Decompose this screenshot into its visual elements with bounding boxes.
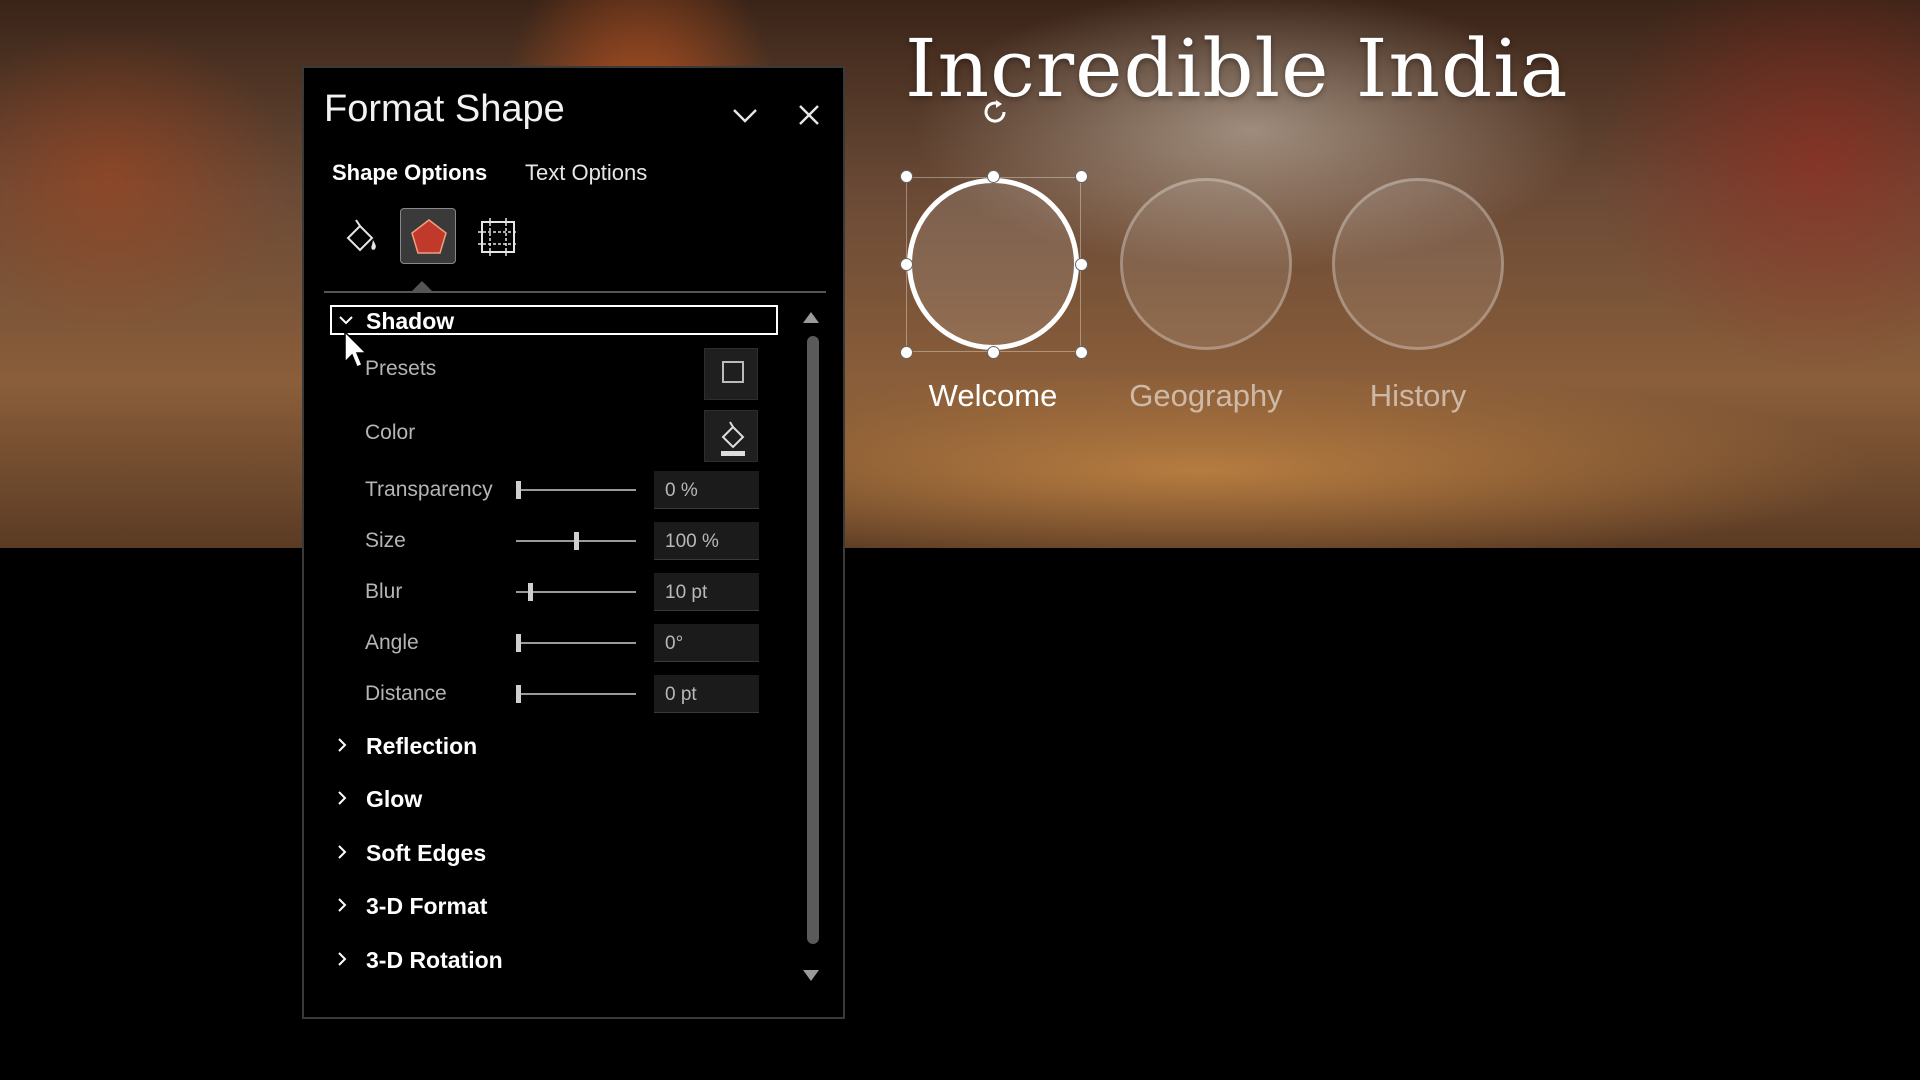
presets-dropdown[interactable] bbox=[704, 348, 758, 400]
transparency-input[interactable]: 0 % bbox=[654, 471, 759, 509]
tab-shape-options[interactable]: Shape Options bbox=[332, 160, 487, 186]
presets-label: Presets bbox=[365, 357, 437, 380]
transparency-slider-thumb[interactable] bbox=[516, 481, 521, 499]
shadow-preset-icon bbox=[722, 361, 744, 383]
resize-handle-left[interactable] bbox=[900, 258, 913, 271]
color-picker-button[interactable] bbox=[704, 410, 758, 462]
chevron-right-icon bbox=[338, 952, 347, 966]
blur-slider-track[interactable] bbox=[516, 591, 636, 593]
transparency-label: Transparency bbox=[365, 478, 493, 501]
slide-canvas[interactable]: Incredible India Welcome Geography Histo… bbox=[0, 0, 1920, 548]
category-pointer bbox=[412, 281, 432, 291]
size-label: Size bbox=[365, 529, 406, 552]
size-slider-thumb[interactable] bbox=[574, 532, 579, 550]
circle-label-geography[interactable]: Geography bbox=[1096, 378, 1316, 414]
resize-handle-top-right[interactable] bbox=[1075, 170, 1088, 183]
chevron-down-icon bbox=[339, 316, 353, 325]
format-shape-pane: Format Shape Shape Options Text Options … bbox=[302, 66, 845, 1019]
blur-slider-thumb[interactable] bbox=[528, 583, 533, 601]
circle-welcome[interactable] bbox=[907, 178, 1079, 350]
shadow-section-header[interactable]: Shadow bbox=[330, 305, 778, 335]
tab-text-options[interactable]: Text Options bbox=[525, 160, 647, 186]
close-icon[interactable] bbox=[792, 98, 826, 132]
circle-label-welcome[interactable]: Welcome bbox=[883, 378, 1103, 414]
distance-input[interactable]: 0 pt bbox=[654, 675, 759, 713]
distance-label: Distance bbox=[365, 682, 447, 705]
circle-geography[interactable] bbox=[1120, 178, 1292, 350]
circle-label-history[interactable]: History bbox=[1308, 378, 1528, 414]
scroll-down-arrow-icon[interactable] bbox=[803, 970, 819, 981]
blur-label: Blur bbox=[365, 580, 403, 603]
angle-input[interactable]: 0° bbox=[654, 624, 759, 662]
size-input[interactable]: 100 % bbox=[654, 522, 759, 560]
paint-bucket-icon bbox=[721, 421, 745, 456]
effects-icon bbox=[411, 219, 447, 254]
blur-input[interactable]: 10 pt bbox=[654, 573, 759, 611]
fill-line-button[interactable] bbox=[334, 208, 390, 264]
size-properties-button[interactable] bbox=[470, 208, 526, 264]
effects-button[interactable] bbox=[400, 208, 456, 264]
pane-title: Format Shape bbox=[324, 88, 565, 130]
chevron-right-icon bbox=[338, 845, 347, 859]
transparency-slider-track[interactable] bbox=[516, 489, 636, 491]
resize-handle-top[interactable] bbox=[987, 170, 1000, 183]
soft-edges-section-label: Soft Edges bbox=[366, 840, 487, 866]
chevron-right-icon bbox=[338, 738, 347, 752]
glow-section-label: Glow bbox=[366, 786, 423, 812]
fill-line-icon bbox=[346, 219, 376, 252]
color-label: Color bbox=[365, 421, 416, 444]
angle-slider-thumb[interactable] bbox=[516, 634, 521, 652]
resize-handle-right[interactable] bbox=[1075, 258, 1088, 271]
distance-slider-thumb[interactable] bbox=[516, 685, 521, 703]
distance-slider-track[interactable] bbox=[516, 693, 636, 695]
3d-rotation-section-label: 3-D Rotation bbox=[366, 947, 503, 973]
angle-label: Angle bbox=[365, 631, 419, 654]
scrollbar-thumb[interactable] bbox=[807, 336, 819, 944]
circle-history[interactable] bbox=[1332, 178, 1504, 350]
chevron-right-icon bbox=[338, 898, 347, 912]
chevron-down-icon[interactable] bbox=[728, 98, 762, 132]
resize-handle-bottom[interactable] bbox=[987, 346, 1000, 359]
resize-handle-bottom-right[interactable] bbox=[1075, 346, 1088, 359]
shadow-section-label: Shadow bbox=[366, 308, 455, 334]
chevron-right-icon bbox=[338, 791, 347, 805]
rotate-handle-icon[interactable] bbox=[977, 94, 1013, 130]
resize-handle-top-left[interactable] bbox=[900, 170, 913, 183]
mouse-cursor-icon bbox=[344, 330, 368, 368]
3d-format-section-label: 3-D Format bbox=[366, 893, 488, 919]
pane-divider bbox=[324, 291, 826, 293]
scroll-up-arrow-icon[interactable] bbox=[803, 312, 819, 323]
angle-slider-track[interactable] bbox=[516, 642, 636, 644]
resize-handle-bottom-left[interactable] bbox=[900, 346, 913, 359]
size-properties-icon bbox=[478, 218, 518, 256]
reflection-section-label: Reflection bbox=[366, 733, 478, 759]
